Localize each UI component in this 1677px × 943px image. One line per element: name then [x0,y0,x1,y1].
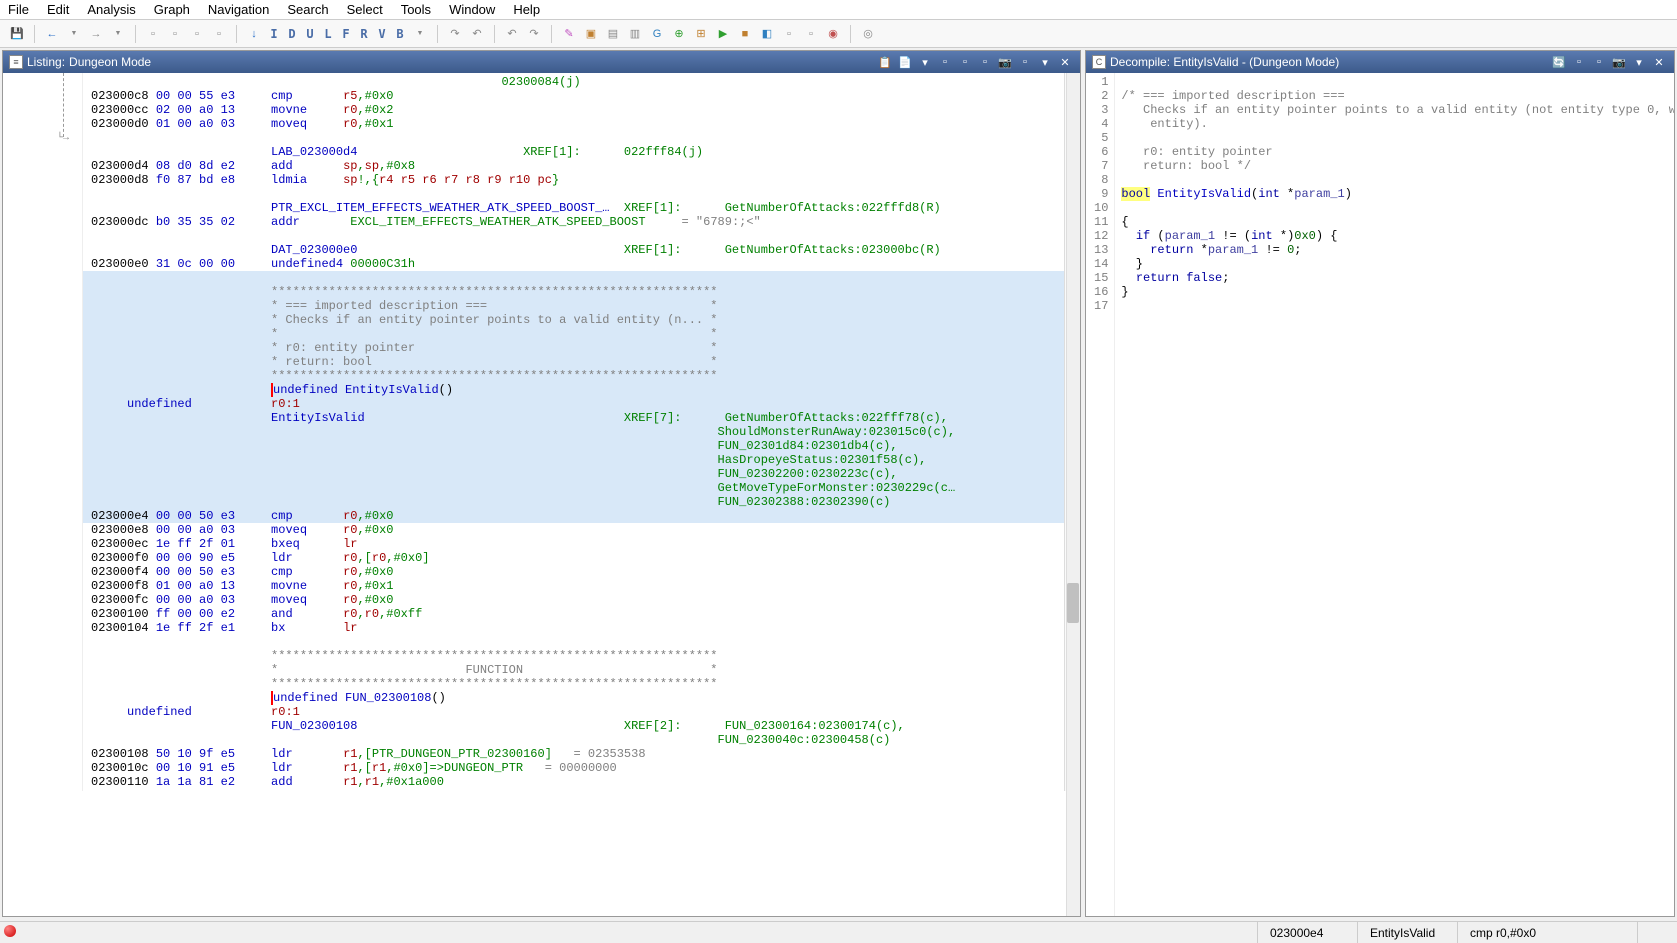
menu-graph[interactable]: Graph [154,2,190,17]
step-out-button[interactable]: ↶ [468,25,486,43]
decompile-body[interactable]: 1234567891011121314151617 /* === importe… [1086,73,1674,916]
listing-scrollbar[interactable] [1066,73,1080,916]
tool-g-icon[interactable]: ▥ [626,25,644,43]
decompile-line-numbers: 1234567891011121314151617 [1086,73,1115,916]
hdr-btn-5[interactable]: ▫ [1016,54,1034,70]
paste-button[interactable]: 📄 [896,54,914,70]
save-button[interactable]: 💾 [8,25,26,43]
type-u-button[interactable]: U [303,25,317,43]
listing-icon: ≡ [9,55,23,69]
type-dropdown[interactable]: ▼ [411,25,429,43]
nav-back-button[interactable]: ← [43,25,61,43]
dec-btn-2[interactable]: ▫ [1590,54,1608,70]
close-panel-button[interactable]: ✕ [1056,54,1074,70]
copy-button[interactable]: 📋 [876,54,894,70]
snapshot-button[interactable]: 📷 [996,54,1014,70]
hdr-btn-1[interactable]: ▾ [916,54,934,70]
hdr-btn-2[interactable]: ▫ [936,54,954,70]
menu-select[interactable]: Select [347,2,383,17]
type-d-button[interactable]: D [285,25,299,43]
status-empty [1637,922,1677,943]
tool-j-icon[interactable]: ⊞ [692,25,710,43]
menu-navigation[interactable]: Navigation [208,2,269,17]
type-v-button[interactable]: V [375,25,389,43]
tool-e-icon[interactable]: ▣ [582,25,600,43]
nav-forward-dropdown[interactable]: ▼ [109,25,127,43]
menu-tools[interactable]: Tools [401,2,431,17]
tool-m-icon[interactable]: ▫ [780,25,798,43]
listing-title: Listing: [27,55,65,69]
run-button[interactable]: ▶ [714,25,732,43]
decompile-code[interactable]: /* === imported description === Checks i… [1115,73,1674,916]
menu-search[interactable]: Search [287,2,328,17]
decompile-panel: C Decompile: EntityIsValid - (Dungeon Mo… [1085,50,1675,917]
menubar: File Edit Analysis Graph Navigation Sear… [0,0,1677,20]
tool-d-icon[interactable]: ▫ [210,25,228,43]
tool-k-icon[interactable]: ■ [736,25,754,43]
redo-button[interactable]: ↷ [525,25,543,43]
goto-button[interactable]: ↓ [245,25,263,43]
hdr-btn-3[interactable]: ▫ [956,54,974,70]
dec-btn-1[interactable]: ▫ [1570,54,1588,70]
status-instruction: cmp r0,#0x0 [1457,922,1637,943]
statusbar: 023000e4 EntityIsValid cmp r0,#0x0 [0,921,1677,943]
listing-content[interactable]: 02300084(j)023000c8 00 00 55 e3 cmp r5,#… [83,73,1064,791]
tool-p-icon[interactable]: ◎ [859,25,877,43]
undo-button[interactable]: ↶ [503,25,521,43]
listing-header: ≡ Listing: Dungeon Mode 📋 📄 ▾ ▫ ▫ ▫ 📷 ▫ … [3,51,1080,73]
hdr-btn-4[interactable]: ▫ [976,54,994,70]
decompile-header: C Decompile: EntityIsValid - (Dungeon Mo… [1086,51,1674,73]
tool-h-icon[interactable]: G [648,25,666,43]
tool-f-icon[interactable]: ▤ [604,25,622,43]
menu-edit[interactable]: Edit [47,2,69,17]
refresh-button[interactable]: 🔄 [1550,54,1568,70]
type-f-button[interactable]: F [339,25,353,43]
hdr-dropdown[interactable]: ▾ [1036,54,1054,70]
listing-gutter: └→ [3,73,83,791]
dec-snapshot-button[interactable]: 📷 [1610,54,1628,70]
status-indicator-icon [4,925,16,937]
tool-c-icon[interactable]: ▫ [188,25,206,43]
nav-back-dropdown[interactable]: ▼ [65,25,83,43]
nav-forward-button[interactable]: → [87,25,105,43]
decompile-title: Decompile: EntityIsValid - (Dungeon Mode… [1110,55,1339,69]
dec-dropdown[interactable]: ▾ [1630,54,1648,70]
listing-subtitle: Dungeon Mode [69,55,151,69]
tool-o-icon[interactable]: ◉ [824,25,842,43]
menu-file[interactable]: File [8,2,29,17]
decompile-icon: C [1092,55,1106,69]
menu-analysis[interactable]: Analysis [87,2,135,17]
tool-n-icon[interactable]: ▫ [802,25,820,43]
tool-a-icon[interactable]: ▫ [144,25,162,43]
tool-i-icon[interactable]: ⊕ [670,25,688,43]
menu-help[interactable]: Help [513,2,540,17]
tool-b-icon[interactable]: ▫ [166,25,184,43]
toolbar: 💾 ← ▼ → ▼ ▫ ▫ ▫ ▫ ↓ I D U L F R V B ▼ ↷ … [0,20,1677,48]
type-r-button[interactable]: R [357,25,371,43]
marker-button[interactable]: ✎ [560,25,578,43]
menu-window[interactable]: Window [449,2,495,17]
step-in-button[interactable]: ↷ [446,25,464,43]
type-b-button[interactable]: B [393,25,407,43]
type-i-button[interactable]: I [267,25,281,43]
type-l-button[interactable]: L [321,25,335,43]
status-address: 023000e4 [1257,922,1357,943]
main-area: ≡ Listing: Dungeon Mode 📋 📄 ▾ ▫ ▫ ▫ 📷 ▫ … [0,48,1677,919]
dec-close-button[interactable]: ✕ [1650,54,1668,70]
listing-body[interactable]: └→ 02300084(j)023000c8 00 00 55 e3 cmp r… [3,73,1080,916]
listing-panel: ≡ Listing: Dungeon Mode 📋 📄 ▾ ▫ ▫ ▫ 📷 ▫ … [2,50,1081,917]
status-function: EntityIsValid [1357,922,1457,943]
tool-l-icon[interactable]: ◧ [758,25,776,43]
